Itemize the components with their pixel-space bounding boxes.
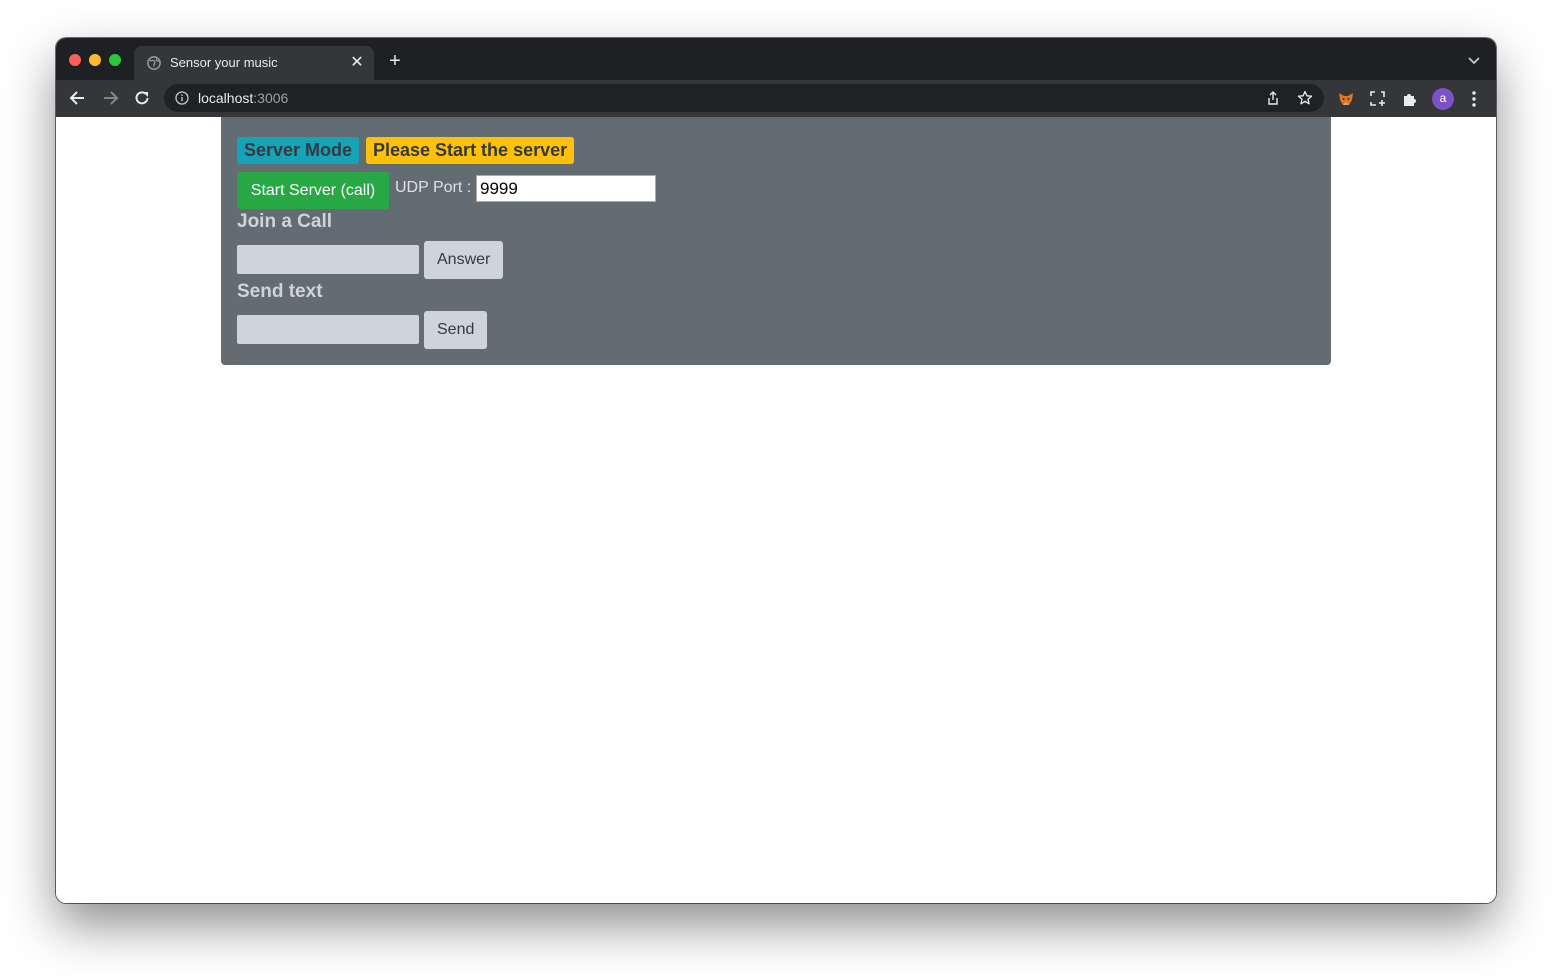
globe-icon [147,56,161,70]
kebab-menu-icon[interactable] [1466,90,1482,108]
browser-window: Sensor your music ✕ + localhost:3006 a S… [56,38,1496,903]
arrow-right-icon[interactable] [100,88,120,108]
send-button[interactable]: Send [424,311,488,349]
join-call-heading: Join a Call [237,211,333,232]
status-badge: Please Start the server [366,137,575,164]
share-icon[interactable] [1265,90,1281,106]
minimize-window-button[interactable] [89,54,101,66]
reload-icon[interactable] [132,88,152,108]
address-bar[interactable]: localhost:3006 [164,84,1324,112]
star-icon[interactable] [1297,90,1313,106]
mode-badge: Server Mode [237,137,360,164]
arrow-left-icon[interactable] [68,88,88,108]
tab-strip: Sensor your music ✕ + [56,38,1496,80]
chevron-down-icon[interactable] [1466,52,1482,68]
browser-toolbar: localhost:3006 a [56,80,1496,117]
tab-title: Sensor your music [170,55,278,70]
profile-avatar[interactable]: a [1432,88,1454,110]
browser-tab[interactable]: Sensor your music ✕ [134,46,374,80]
send-text-input[interactable] [237,315,419,344]
fox-extension-icon[interactable] [1337,90,1355,108]
page-viewport: Server Mode Please Start the server Star… [56,117,1496,903]
new-tab-button[interactable]: + [384,50,406,72]
info-icon[interactable] [175,91,189,105]
send-text-heading: Send text [237,281,323,302]
url-port: :3006 [253,90,289,106]
capture-icon[interactable] [1369,90,1387,108]
answer-button[interactable]: Answer [424,241,504,279]
start-server-button[interactable]: Start Server (call) [237,172,389,209]
puzzle-icon[interactable] [1401,90,1419,108]
join-call-input[interactable] [237,245,419,274]
control-panel: Server Mode Please Start the server Star… [221,117,1331,365]
maximize-window-button[interactable] [109,54,121,66]
udp-port-label: UDP Port : [395,179,472,196]
url-text: localhost:3006 [198,90,288,106]
udp-port-input[interactable] [476,175,656,202]
tab-close-icon[interactable]: ✕ [348,54,366,72]
url-host: localhost [198,90,254,106]
close-window-button[interactable] [69,54,81,66]
